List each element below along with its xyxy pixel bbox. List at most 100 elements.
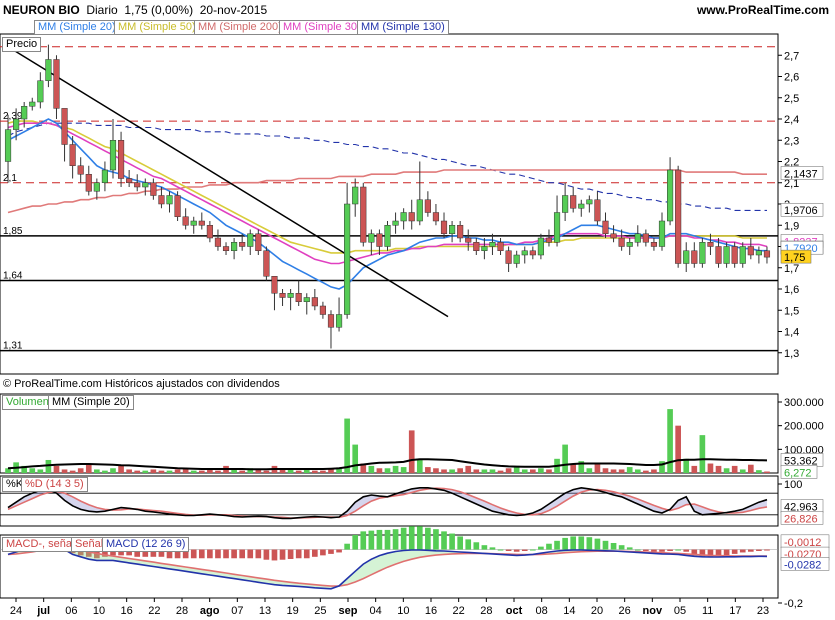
- candle: [432, 212, 440, 222]
- legend-macd[interactable]: MACD (12 26 9): [102, 537, 190, 552]
- date-axis: 24 jul 06 10 16 22 28 ago 07 13 19 25 sep 04 10 16 22 28 o…: [10, 598, 769, 617]
- legend-mm130[interactable]: MM (Simple 130): [357, 20, 449, 35]
- volume-bar: [416, 458, 423, 473]
- instrument-name[interactable]: NEURON BIO: [3, 3, 80, 17]
- volume-bar: [489, 469, 496, 473]
- volume-bar: [538, 468, 544, 473]
- candle: [37, 80, 44, 103]
- volume-bar: [400, 467, 407, 473]
- volume-bar: [756, 470, 762, 473]
- volume-last-value: 6,272: [784, 467, 812, 479]
- macd-hist-bar: [303, 549, 310, 559]
- candle: [190, 220, 197, 226]
- candle: [747, 246, 754, 256]
- date-tick-label: 16: [121, 605, 133, 617]
- macd-hist-bar: [336, 549, 342, 553]
- legend-mm20[interactable]: MM (Simple 20): [34, 20, 120, 35]
- price-y-tick-label: 2,7: [784, 50, 799, 62]
- candle: [465, 237, 472, 243]
- volume-bar: [174, 469, 181, 473]
- macd-hist-bar: [247, 549, 254, 559]
- macd-hist-bar: [739, 549, 746, 553]
- macd-hist-bar: [279, 549, 286, 560]
- legend-stoch-d[interactable]: %D (14 3 5): [21, 477, 88, 492]
- legend-mm50[interactable]: MM (Simple 50): [114, 20, 200, 35]
- macd-hist-bar: [449, 533, 455, 550]
- macd-hist-bar: [231, 549, 237, 559]
- candle: [239, 242, 246, 247]
- candle: [384, 225, 391, 247]
- volume-bar: [465, 465, 472, 473]
- legend-volume[interactable]: Volumen: [2, 395, 53, 410]
- legend-mm200[interactable]: MM (Simple 200): [194, 20, 286, 35]
- date-tick-label: 22: [453, 605, 465, 617]
- volume-bar: [699, 435, 706, 473]
- price-y-tick-label: 2,6: [784, 72, 799, 84]
- volume-bar: [497, 470, 504, 473]
- candle: [497, 242, 504, 251]
- macd-hist-bar: [643, 549, 649, 551]
- volume-bar: [158, 470, 165, 473]
- legend-macd-hist[interactable]: MACD-, señal: [2, 537, 79, 552]
- date-tick-label: 14: [563, 605, 575, 617]
- stoch-d-last-value: 26,826: [784, 513, 818, 525]
- legend-price[interactable]: Precio: [2, 37, 42, 52]
- price-frame: [0, 33, 779, 375]
- date-tick-label: 28: [480, 605, 492, 617]
- volume-bar: [433, 468, 439, 473]
- macd-hist-bar: [271, 549, 278, 561]
- candle: [142, 182, 149, 188]
- candle: [93, 182, 100, 192]
- candle: [376, 233, 383, 247]
- candle: [513, 254, 520, 264]
- macd-hist-bar: [530, 549, 536, 551]
- candle: [667, 169, 674, 222]
- macd-hist-bar: [764, 549, 770, 551]
- date-tick-label: 10: [93, 605, 105, 617]
- candle: [408, 212, 415, 222]
- candle: [69, 144, 76, 166]
- volume-bar: [320, 470, 326, 473]
- stochastic-panel: 10042,96326,826: [0, 475, 824, 527]
- candle: [182, 216, 189, 226]
- price-y-tick-label: 1,6: [784, 284, 799, 296]
- date-tick-label: 19: [287, 605, 299, 617]
- chart-canvas[interactable]: 1,31,41,51,61,71,81,922,12,22,32,42,52,6…: [0, 0, 835, 620]
- date-tick-label: ago: [200, 605, 220, 617]
- macd-hist-bar: [408, 526, 415, 550]
- macd-hist-bar: [731, 549, 738, 554]
- chart-date: 20-nov-2015: [199, 3, 268, 17]
- candle: [699, 242, 706, 264]
- candle: [311, 297, 318, 307]
- volume-bar: [546, 469, 552, 473]
- site-url[interactable]: www.ProRealTime.com: [697, 3, 829, 17]
- interval-label[interactable]: Diario: [86, 3, 117, 17]
- candle: [400, 212, 407, 222]
- macd-hist-bar: [626, 547, 633, 550]
- legend-mm30[interactable]: MM (Simple 30): [279, 20, 365, 35]
- candle: [255, 233, 262, 251]
- volume-bar: [69, 470, 76, 473]
- candle: [578, 203, 585, 209]
- volume-bar: [29, 468, 36, 473]
- macd-hist-bar: [239, 549, 245, 559]
- volume-bar: [651, 469, 657, 473]
- candle: [166, 195, 173, 205]
- volume-bar: [594, 463, 601, 473]
- macd-hist-bar: [659, 549, 665, 552]
- macd-hist-bar: [521, 549, 528, 551]
- candle: [416, 199, 423, 222]
- candle: [344, 203, 351, 315]
- volume-bar: [384, 468, 391, 473]
- macd-hist-bar: [295, 549, 302, 559]
- legend-volume-mm[interactable]: MM (Simple 20): [48, 395, 134, 410]
- macd-hist-bar: [578, 536, 585, 550]
- copyright-note: © ProRealTime.com Históricos ajustados c…: [3, 378, 280, 390]
- macd-hist-bar: [546, 543, 552, 550]
- price-y-tick-label: 2,5: [784, 93, 799, 105]
- volume-bar: [142, 470, 149, 473]
- volume-bar: [764, 471, 770, 473]
- volume-bar: [731, 465, 738, 473]
- macd-hist-bar: [747, 549, 754, 552]
- candle: [505, 250, 512, 264]
